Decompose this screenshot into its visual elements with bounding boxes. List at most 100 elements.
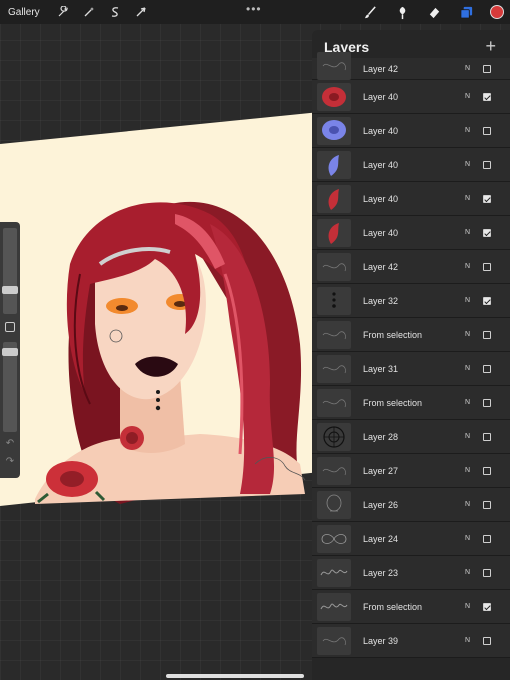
layer-row[interactable]: Layer 26 N	[312, 488, 510, 522]
layer-blend-mode[interactable]: N	[465, 433, 470, 440]
layer-visibility-checkbox[interactable]	[483, 296, 491, 305]
layer-row[interactable]: Layer 24 N	[312, 522, 510, 556]
more-options-icon[interactable]: •••	[246, 2, 262, 16]
layer-row[interactable]: Layer 32 N	[312, 284, 510, 318]
layer-row[interactable]: Layer 42 N	[312, 250, 510, 284]
layer-blend-mode[interactable]: N	[465, 365, 470, 372]
layer-row[interactable]: Layer 40 N	[312, 182, 510, 216]
layer-thumbnail[interactable]	[317, 83, 351, 111]
layer-row[interactable]: Layer 40 N	[312, 114, 510, 148]
selection-icon[interactable]	[108, 5, 122, 19]
layer-name: Layer 32	[363, 295, 399, 306]
layer-blend-mode[interactable]: N	[465, 297, 470, 304]
layer-row[interactable]: Layer 40 N	[312, 216, 510, 250]
layer-thumbnail[interactable]	[317, 627, 351, 655]
layer-thumbnail[interactable]	[317, 321, 351, 349]
add-layer-button[interactable]: +	[485, 36, 496, 57]
layer-blend-mode[interactable]: N	[465, 229, 470, 236]
layer-thumbnail[interactable]	[317, 491, 351, 519]
magic-wand-icon[interactable]	[82, 5, 96, 19]
layer-visibility-checkbox[interactable]	[483, 568, 491, 577]
wrench-icon[interactable]	[56, 5, 70, 19]
layer-thumbnail[interactable]	[317, 151, 351, 179]
layer-row[interactable]: From selection N	[312, 590, 510, 624]
layer-row[interactable]: Layer 28 N	[312, 420, 510, 454]
layer-row[interactable]: Layer 27 N	[312, 454, 510, 488]
eyedropper-square-button[interactable]	[5, 322, 15, 332]
layer-row[interactable]: Layer 31 N	[312, 352, 510, 386]
layer-row[interactable]: Layer 23 N	[312, 556, 510, 590]
layer-thumbnail[interactable]	[317, 457, 351, 485]
layer-thumbnail[interactable]	[317, 559, 351, 587]
layer-row[interactable]: Layer 40 N	[312, 148, 510, 182]
layer-visibility-checkbox[interactable]	[483, 534, 491, 543]
layer-visibility-checkbox[interactable]	[483, 466, 491, 475]
layer-name: Layer 31	[363, 363, 399, 374]
layer-thumbnail[interactable]	[317, 287, 351, 315]
layer-blend-mode[interactable]: N	[465, 501, 470, 508]
layer-name: Layer 40	[363, 227, 399, 238]
layer-thumbnail[interactable]	[317, 593, 351, 621]
layer-visibility-checkbox[interactable]	[483, 160, 491, 169]
layer-blend-mode[interactable]: N	[465, 93, 470, 100]
layer-row[interactable]: Layer 39 N	[312, 624, 510, 658]
layer-blend-mode[interactable]: N	[465, 467, 470, 474]
layer-name: From selection	[363, 397, 423, 408]
layer-visibility-checkbox[interactable]	[483, 330, 491, 339]
layer-thumbnail[interactable]	[317, 389, 351, 417]
layer-thumbnail[interactable]	[317, 253, 351, 281]
layer-visibility-checkbox[interactable]	[483, 92, 491, 101]
layer-visibility-checkbox[interactable]	[483, 64, 491, 73]
layers-icon[interactable]	[458, 4, 474, 20]
layer-visibility-checkbox[interactable]	[483, 194, 491, 203]
layer-blend-mode[interactable]: N	[465, 569, 470, 576]
layer-blend-mode[interactable]: N	[465, 399, 470, 406]
transform-arrow-icon[interactable]	[134, 5, 148, 19]
layer-blend-mode[interactable]: N	[465, 161, 470, 168]
layer-thumbnail[interactable]	[317, 525, 351, 553]
eraser-icon[interactable]	[426, 4, 442, 20]
undo-icon[interactable]: ↶	[4, 438, 16, 449]
layer-blend-mode[interactable]: N	[465, 127, 470, 134]
smudge-icon[interactable]	[394, 4, 410, 20]
layer-blend-mode[interactable]: N	[465, 603, 470, 610]
layer-thumbnail[interactable]	[317, 52, 351, 80]
layer-list: Layer 42 N Layer 40 N Layer 40 N Layer 40 N Laye…	[312, 52, 510, 658]
layer-name: Layer 39	[363, 635, 399, 646]
layer-row[interactable]: Layer 40 N	[312, 80, 510, 114]
layer-blend-mode[interactable]: N	[465, 65, 470, 72]
redo-icon[interactable]: ↷	[4, 456, 16, 467]
opacity-thumb[interactable]	[2, 348, 18, 356]
layer-blend-mode[interactable]: N	[465, 535, 470, 542]
layer-thumbnail[interactable]	[317, 117, 351, 145]
layer-visibility-checkbox[interactable]	[483, 228, 491, 237]
color-picker-swatch[interactable]	[490, 5, 504, 19]
layer-row[interactable]: From selection N	[312, 386, 510, 420]
layer-name: Layer 27	[363, 465, 399, 476]
layer-visibility-checkbox[interactable]	[483, 398, 491, 407]
layer-visibility-checkbox[interactable]	[483, 636, 491, 645]
layer-visibility-checkbox[interactable]	[483, 602, 491, 611]
layer-thumbnail[interactable]	[317, 423, 351, 451]
layer-name: Layer 40	[363, 125, 399, 136]
layer-thumbnail[interactable]	[317, 355, 351, 383]
layer-row[interactable]: Layer 42 N	[312, 52, 510, 80]
layer-blend-mode[interactable]: N	[465, 331, 470, 338]
layer-blend-mode[interactable]: N	[465, 263, 470, 270]
layer-blend-mode[interactable]: N	[465, 195, 470, 202]
gallery-button[interactable]: Gallery	[8, 7, 40, 18]
layer-visibility-checkbox[interactable]	[483, 364, 491, 373]
layer-thumbnail[interactable]	[317, 185, 351, 213]
layer-visibility-checkbox[interactable]	[483, 500, 491, 509]
layer-name: Layer 26	[363, 499, 399, 510]
tool-group	[362, 4, 504, 20]
layer-visibility-checkbox[interactable]	[483, 262, 491, 271]
brush-size-thumb[interactable]	[2, 286, 18, 294]
layer-row[interactable]: From selection N	[312, 318, 510, 352]
layer-visibility-checkbox[interactable]	[483, 126, 491, 135]
layer-blend-mode[interactable]: N	[465, 637, 470, 644]
brush-size-slider[interactable]	[3, 228, 17, 314]
brush-icon[interactable]	[362, 4, 378, 20]
layer-visibility-checkbox[interactable]	[483, 432, 491, 441]
layer-thumbnail[interactable]	[317, 219, 351, 247]
